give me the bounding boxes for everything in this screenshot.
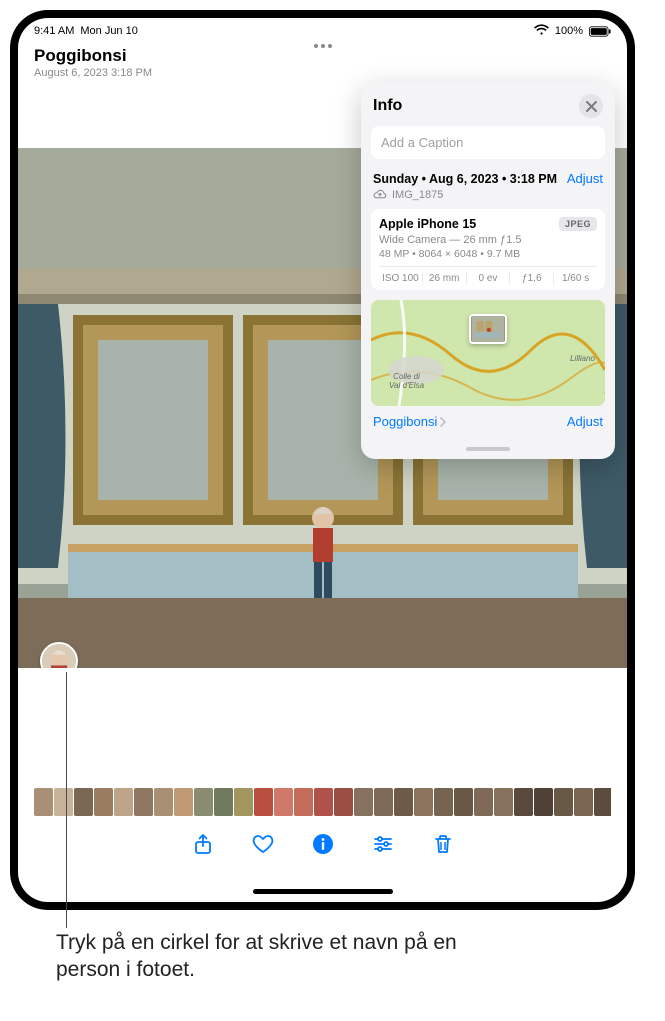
adjust-date-button[interactable]: Adjust — [567, 171, 603, 186]
callout-line — [66, 672, 67, 928]
filmstrip-thumb[interactable] — [514, 788, 533, 816]
filmstrip-thumb[interactable] — [554, 788, 573, 816]
filmstrip-thumb[interactable] — [134, 788, 153, 816]
info-title: Info — [373, 97, 402, 115]
location-title: Poggibonsi — [34, 46, 611, 66]
lens-info: Wide Camera — 26 mm ƒ1.5 — [379, 234, 597, 246]
format-badge: JPEG — [559, 217, 597, 231]
more-icon[interactable] — [314, 44, 332, 48]
filmstrip-thumb[interactable] — [294, 788, 313, 816]
photo-filename: IMG_1875 — [392, 189, 443, 201]
filmstrip-thumb[interactable] — [594, 788, 611, 816]
exif-focal: 26 mm — [423, 272, 467, 285]
filmstrip[interactable] — [34, 788, 611, 816]
filmstrip-thumb[interactable] — [334, 788, 353, 816]
filmstrip-thumb[interactable] — [234, 788, 253, 816]
ipad-device-frame: 9:41 AM Mon Jun 10 100% Poggibonsi Augus… — [10, 10, 635, 910]
home-indicator[interactable] — [253, 889, 393, 894]
chevron-right-icon — [440, 417, 447, 427]
wifi-icon — [534, 24, 549, 39]
exif-aperture: ƒ1.6 — [510, 272, 554, 285]
location-map[interactable]: Colle di Val d'Elsa Lilliano — [371, 300, 605, 406]
map-label-lilliano: Lilliano — [570, 354, 595, 363]
date-subtitle: August 6, 2023 3:18 PM — [34, 67, 611, 79]
panel-drag-handle[interactable] — [466, 447, 510, 451]
bottom-toolbar — [18, 824, 627, 864]
map-label-colle: Colle di Val d'Elsa — [389, 373, 424, 390]
battery-pct: 100% — [555, 25, 583, 37]
filmstrip-thumb[interactable] — [454, 788, 473, 816]
filmstrip-thumb[interactable] — [314, 788, 333, 816]
caption-placeholder: Add a Caption — [381, 135, 463, 150]
filmstrip-thumb[interactable] — [434, 788, 453, 816]
filmstrip-thumb[interactable] — [354, 788, 373, 816]
filmstrip-thumb[interactable] — [374, 788, 393, 816]
status-bar: 9:41 AM Mon Jun 10 100% — [18, 18, 627, 40]
photo-date-line: Sunday • Aug 6, 2023 • 3:18 PM — [373, 172, 557, 186]
device-info-block: Apple iPhone 15 JPEG Wide Camera — 26 mm… — [371, 209, 605, 290]
favorite-button[interactable] — [250, 831, 276, 857]
filmstrip-thumb[interactable] — [414, 788, 433, 816]
filmstrip-thumb[interactable] — [174, 788, 193, 816]
filmstrip-thumb[interactable] — [394, 788, 413, 816]
edit-filters-button[interactable] — [370, 831, 396, 857]
battery-icon — [589, 26, 611, 37]
figure-caption: Tryk på en cirkel for at skrive et navn … — [56, 930, 496, 984]
adjust-location-button[interactable]: Adjust — [567, 414, 603, 429]
filmstrip-thumb[interactable] — [154, 788, 173, 816]
filmstrip-thumb[interactable] — [274, 788, 293, 816]
filmstrip-thumb[interactable] — [574, 788, 593, 816]
icloud-icon — [373, 189, 387, 201]
filmstrip-thumb[interactable] — [254, 788, 273, 816]
filmstrip-thumb[interactable] — [214, 788, 233, 816]
share-button[interactable] — [190, 831, 216, 857]
filmstrip-thumb[interactable] — [194, 788, 213, 816]
filmstrip-thumb[interactable] — [34, 788, 53, 816]
status-date: Mon Jun 10 — [80, 25, 137, 37]
map-location-link[interactable]: Poggibonsi — [373, 414, 447, 429]
caption-input[interactable]: Add a Caption — [371, 126, 605, 159]
status-time: 9:41 AM — [34, 25, 74, 37]
map-pin-thumbnail — [469, 314, 507, 344]
filmstrip-thumb[interactable] — [94, 788, 113, 816]
info-panel: Info Add a Caption Sunday • Aug 6, 2023 … — [361, 82, 615, 459]
close-button[interactable] — [579, 94, 603, 118]
filmstrip-thumb[interactable] — [114, 788, 133, 816]
exif-shutter: 1/60 s — [554, 272, 597, 285]
exif-row: ISO 100 26 mm 0 ev ƒ1.6 1/60 s — [379, 266, 597, 290]
filmstrip-thumb[interactable] — [474, 788, 493, 816]
exif-ev: 0 ev — [467, 272, 511, 285]
trash-button[interactable] — [430, 831, 456, 857]
filmstrip-thumb[interactable] — [494, 788, 513, 816]
device-name: Apple iPhone 15 — [379, 217, 476, 231]
filmstrip-thumb[interactable] — [54, 788, 73, 816]
info-button[interactable] — [310, 831, 336, 857]
exif-iso: ISO 100 — [379, 272, 423, 285]
resolution-info: 48 MP • 8064 × 6048 • 9.7 MB — [379, 248, 597, 266]
filmstrip-thumb[interactable] — [74, 788, 93, 816]
filmstrip-thumb[interactable] — [534, 788, 553, 816]
screen: 9:41 AM Mon Jun 10 100% Poggibonsi Augus… — [18, 18, 627, 902]
